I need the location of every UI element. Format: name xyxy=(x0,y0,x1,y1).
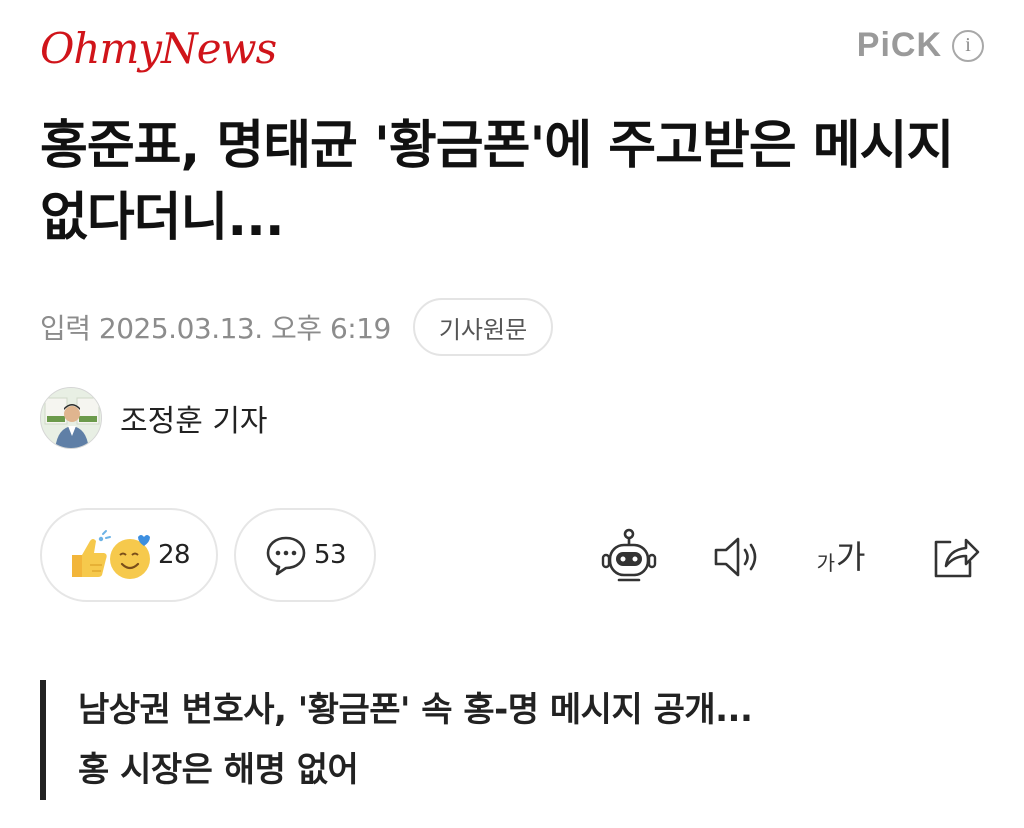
ohmynews-logo[interactable]: OhmyNews xyxy=(40,24,277,74)
reporter-name[interactable]: 조정훈 기자 xyxy=(120,396,268,440)
action-bar: 28 53 가 가 xyxy=(40,508,984,604)
article-meta: 입력 2025.03.13. 오후 6:19 기사원문 xyxy=(40,298,554,356)
text-to-speech-button[interactable] xyxy=(708,528,766,586)
pick-badge: PiCK i xyxy=(857,26,984,65)
summary-bot-button[interactable] xyxy=(600,528,658,586)
robot-icon xyxy=(601,528,657,582)
font-size-button[interactable]: 가 가 xyxy=(812,528,870,586)
comment-count: 53 xyxy=(313,540,347,570)
reporter-photo xyxy=(41,388,101,448)
reaction-emoji-icon xyxy=(71,530,150,579)
info-icon[interactable]: i xyxy=(952,29,984,62)
reaction-count: 28 xyxy=(157,540,191,570)
reaction-button[interactable]: 28 xyxy=(40,508,218,602)
subtitle-line-2: 홍 시장은 해명 없어 xyxy=(78,750,359,790)
reporter-avatar xyxy=(40,387,102,449)
subtitle-line-1: 남상권 변호사, '황금폰' 속 홍-명 메시지 공개... xyxy=(78,690,753,730)
original-article-button[interactable]: 기사원문 xyxy=(412,298,554,356)
font-size-icon: 가 가 xyxy=(817,540,866,574)
heart-eyes-emoji-icon xyxy=(109,535,150,579)
share-button[interactable] xyxy=(926,528,984,586)
speaker-icon xyxy=(714,537,757,577)
pick-label: PiCK xyxy=(856,26,942,64)
comment-button[interactable]: 53 xyxy=(234,508,376,602)
font-size-small-glyph: 가 xyxy=(816,551,835,575)
reporter-info[interactable]: 조정훈 기자 xyxy=(40,387,268,449)
comment-bubble-icon xyxy=(266,536,306,576)
font-size-large-glyph: 가 xyxy=(835,538,866,576)
published-date: 입력 2025.03.13. 오후 6:19 xyxy=(40,312,391,345)
article-title: 홍준표, 명태균 '황금폰'에 주고받은 메시지 없다더니... xyxy=(40,116,954,248)
share-icon xyxy=(934,538,980,578)
top-bar: OhmyNews PiCK i xyxy=(0,0,1024,100)
article-subtitle: 남상권 변호사, '황금폰' 속 홍-명 메시지 공개... 홍 시장은 해명 … xyxy=(40,680,970,800)
thumbs-up-emoji-icon xyxy=(71,530,111,577)
